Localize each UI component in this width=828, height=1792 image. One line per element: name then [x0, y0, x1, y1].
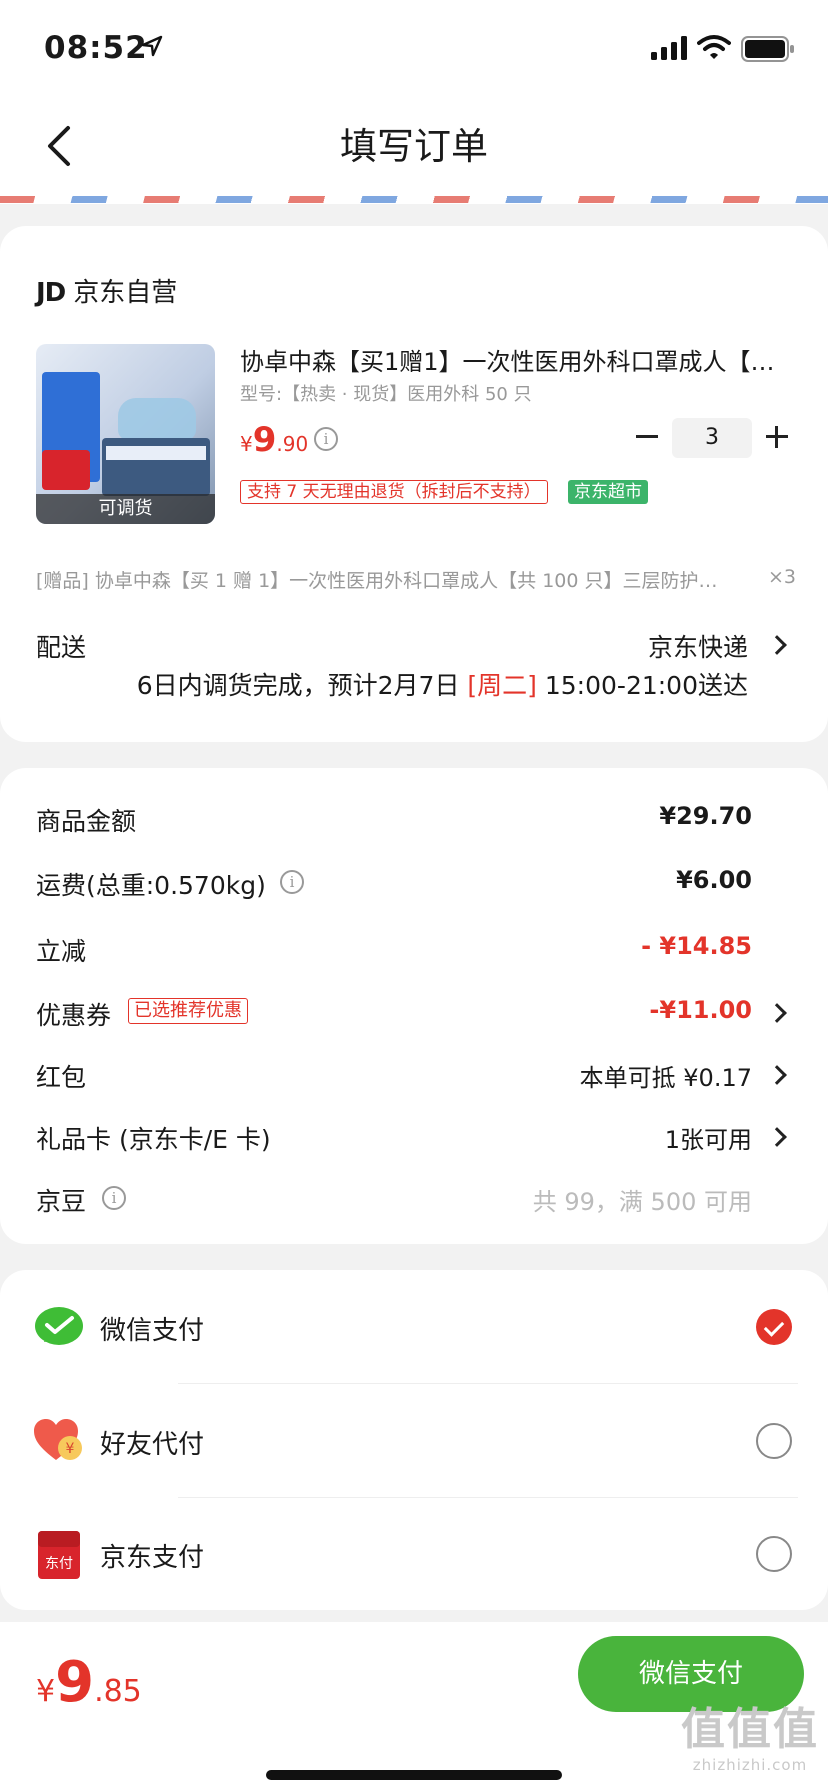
wechat-pay-radio[interactable]: [756, 1309, 792, 1345]
bottom-checkout-bar: ¥9.85 微信支付 值值值 zhizhizhi.com: [0, 1622, 828, 1792]
payment-option-wechat[interactable]: 微信支付: [0, 1270, 828, 1384]
payment-option-friend[interactable]: ¥ 好友代付: [0, 1384, 828, 1498]
watermark-logo: 值值值 zhizhizhi.com: [681, 1704, 819, 1774]
product-image-badge: 可调货: [36, 494, 215, 524]
status-bar: 08:52: [0, 0, 828, 100]
coupon-label: 优惠券: [36, 1001, 112, 1030]
gift-card-value[interactable]: 1张可用: [665, 1120, 752, 1155]
jd-supermarket-tag: 京东超市: [568, 480, 648, 504]
instant-discount-value: - ¥14.85: [641, 932, 752, 960]
gift-item-qty: ×3: [768, 566, 797, 588]
friend-pay-heart-icon: ¥: [34, 1419, 82, 1460]
instant-discount-label: 立减: [36, 937, 87, 966]
goods-amount-value: ¥29.70: [659, 802, 752, 830]
product-spec: 型号:【热卖 · 现货】医用外科 50 只: [240, 384, 532, 405]
jd-pay-label: 京东支付: [100, 1543, 205, 1573]
order-total: ¥9.85: [36, 1650, 142, 1715]
quantity-input[interactable]: 3: [672, 418, 752, 458]
svg-text:东付: 东付: [45, 1556, 73, 1572]
jd-logo-icon: JD: [36, 278, 66, 308]
quantity-decrease-button[interactable]: [632, 422, 662, 452]
freight-label: 运费(总重:0.570kg): [36, 871, 266, 900]
payment-option-jdpay[interactable]: 东付 京东支付: [0, 1497, 828, 1611]
page-title: 填写订单: [340, 125, 488, 168]
jingdou-label: 京豆: [36, 1187, 87, 1216]
delivery-method[interactable]: 京东快递: [648, 628, 748, 664]
airmail-stripe-divider: [0, 192, 828, 204]
gift-card-label: 礼品卡 (京东卡/E 卡): [36, 1125, 271, 1154]
product-image[interactable]: 可调货: [36, 344, 215, 524]
wechat-pay-icon: [35, 1307, 83, 1345]
product-price: ¥9.90: [240, 420, 309, 460]
delivery-time: 6日内调货完成，预计2月7日 [周二] 15:00-21:00送达: [136, 671, 748, 700]
cellular-signal-icon: [651, 36, 687, 60]
submit-pay-button[interactable]: 微信支付: [578, 1636, 804, 1712]
friend-pay-label: 好友代付: [100, 1430, 205, 1460]
jd-pay-radio[interactable]: [756, 1536, 792, 1572]
price-info-icon[interactable]: i: [314, 427, 338, 451]
freight-info-icon[interactable]: i: [280, 870, 304, 894]
jingdou-info-icon[interactable]: i: [102, 1186, 126, 1210]
shop-name-label: 京东自营: [73, 278, 178, 308]
wifi-icon: [697, 35, 731, 59]
freight-value: ¥6.00: [676, 866, 752, 894]
coupon-recommended-tag: 已选推荐优惠: [128, 998, 248, 1024]
gift-item-row[interactable]: [赠品] 协卓中森【买 1 赠 1】一次性医用外科口罩成人【共 100 只】三层…: [36, 566, 756, 593]
shop-name[interactable]: JD 京东自营: [36, 272, 177, 309]
home-indicator[interactable]: [266, 1770, 562, 1780]
nav-bar: 填写订单: [0, 100, 828, 192]
product-title[interactable]: 协卓中森【买1赠1】一次性医用外科口罩成人【共100只】三层防护…: [240, 342, 790, 377]
friend-pay-radio[interactable]: [756, 1423, 792, 1459]
delivery-label: 配送: [36, 633, 87, 662]
wechat-pay-label: 微信支付: [100, 1316, 205, 1346]
red-packet-label: 红包: [36, 1063, 87, 1092]
return-policy-tag: 支持 7 天无理由退货（拆封后不支持）: [240, 480, 548, 504]
status-time: 08:52: [44, 30, 148, 66]
svg-text:¥: ¥: [66, 1441, 75, 1457]
jd-pay-icon: 东付: [38, 1531, 80, 1579]
goods-amount-label: 商品金额: [36, 807, 137, 836]
location-arrow-icon: [141, 35, 163, 57]
coupon-value[interactable]: -¥11.00: [649, 996, 752, 1024]
battery-icon: [741, 36, 794, 62]
red-packet-value[interactable]: 本单可抵 ¥0.17: [580, 1058, 752, 1093]
quantity-increase-button[interactable]: [762, 422, 792, 452]
jingdou-value: 共 99，满 500 可用: [532, 1188, 752, 1216]
